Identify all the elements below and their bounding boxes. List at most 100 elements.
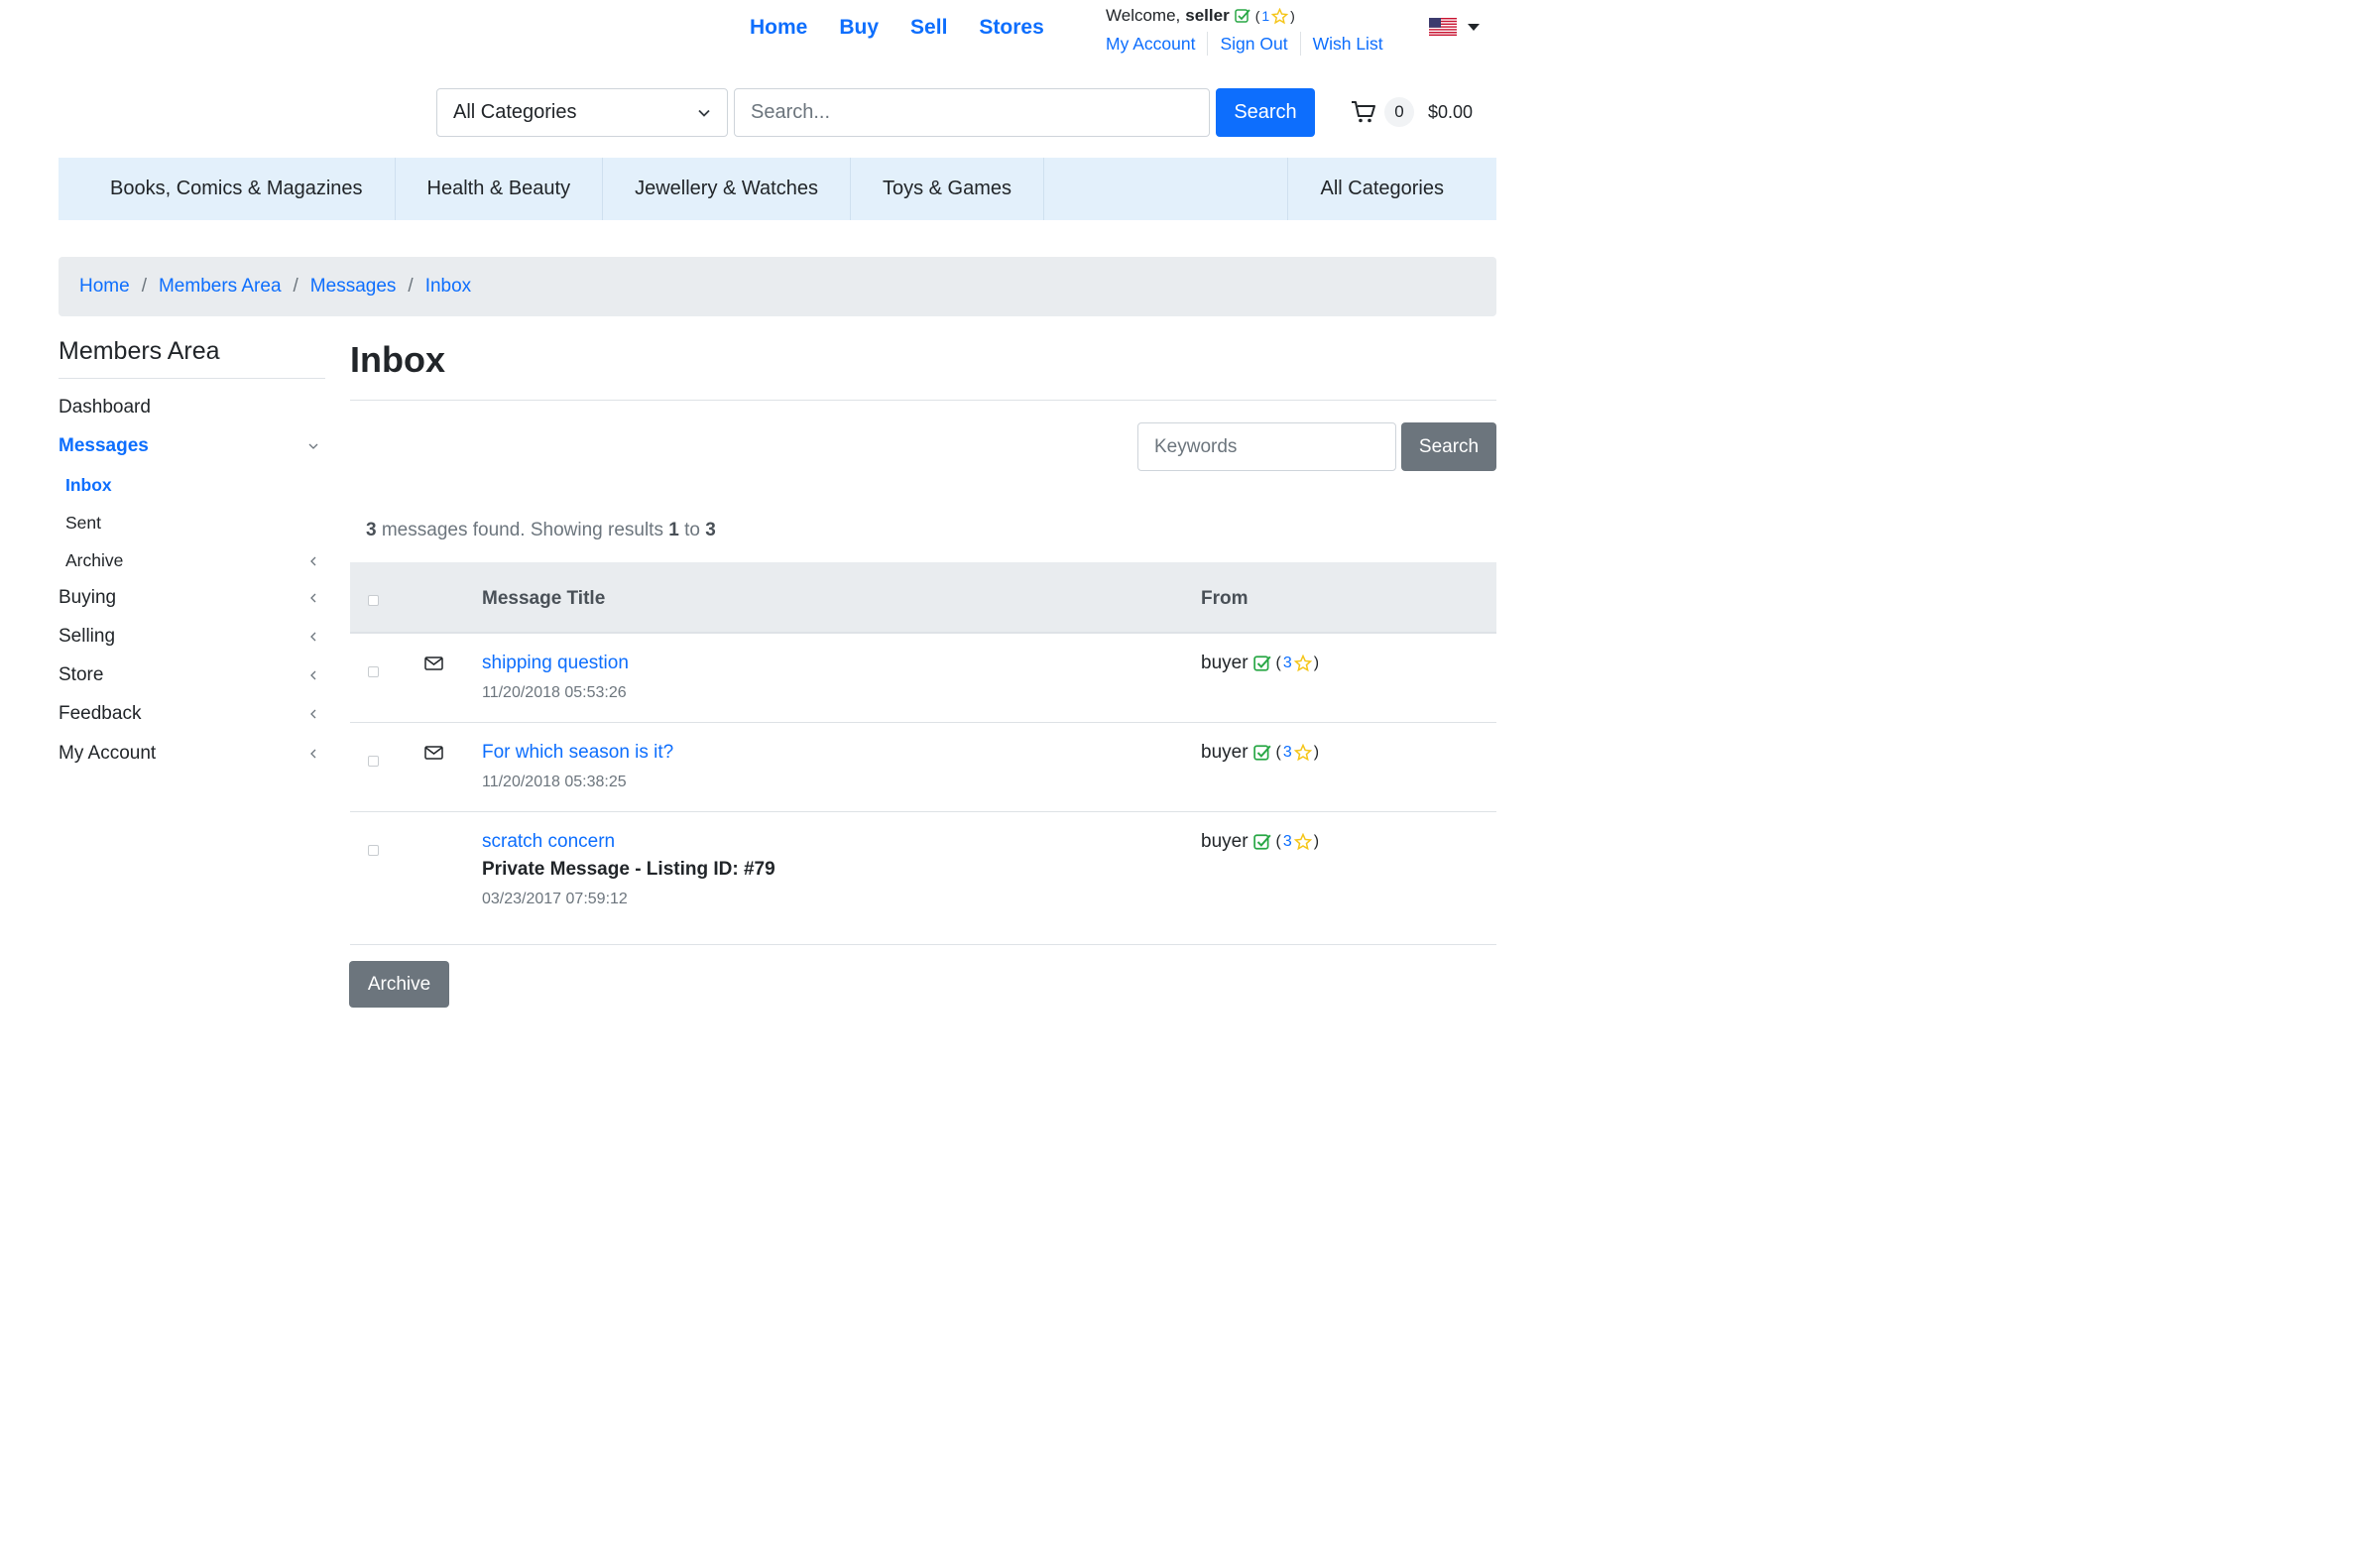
breadcrumb-separator: /: [141, 276, 147, 297]
us-flag-icon[interactable]: [1429, 18, 1457, 36]
cart[interactable]: 0 $0.00: [1351, 97, 1473, 127]
messages-table-header: Message Title From: [350, 562, 1496, 634]
category-bar: Books, Comics & Magazines Health & Beaut…: [59, 158, 1496, 220]
verified-check-icon: [1252, 834, 1271, 850]
row-checkbox[interactable]: [368, 756, 379, 767]
message-from: buyer (3 ): [1201, 742, 1319, 764]
results-summary: 3 messages found. Showing results 1 to 3: [366, 520, 716, 540]
category-bar-spacer: [1044, 158, 1289, 220]
star-icon: [1271, 7, 1289, 24]
sender-link[interactable]: buyer: [1201, 653, 1249, 674]
message-subtitle: Private Message - Listing ID: #79: [482, 859, 775, 880]
sender-rating: (3 ): [1275, 655, 1320, 672]
sender-rating-link[interactable]: 3: [1283, 833, 1292, 851]
username: seller: [1185, 6, 1230, 25]
message-title-link[interactable]: shipping question: [482, 653, 629, 674]
account-links: My Account Sign Out Wish List: [1106, 32, 1395, 56]
chevron-left-icon: [310, 709, 316, 719]
title-divider: [350, 400, 1496, 401]
sidebar-item-sent[interactable]: Sent: [65, 513, 318, 534]
shopping-cart-icon: [1352, 101, 1375, 123]
category-books[interactable]: Books, Comics & Magazines: [59, 158, 396, 220]
cart-total: $0.00: [1428, 101, 1474, 122]
sender-rating-link[interactable]: 3: [1283, 655, 1292, 672]
column-message-title: Message Title: [482, 588, 606, 609]
keywords-input[interactable]: [1137, 422, 1396, 471]
message-title-link[interactable]: scratch concern: [482, 831, 615, 853]
sidebar-item-archive[interactable]: Archive: [65, 550, 318, 571]
sender-rating: (3 ): [1275, 744, 1320, 762]
breadcrumb-inbox[interactable]: Inbox: [425, 276, 471, 298]
message-date: 03/23/2017 07:59:12: [482, 891, 628, 907]
welcome-text: Welcome,: [1106, 6, 1181, 25]
sidebar-item-store[interactable]: Store: [59, 664, 318, 686]
message-date: 11/20/2018 05:53:26: [482, 684, 627, 701]
chevron-left-icon: [310, 556, 316, 565]
category-select[interactable]: All Categories: [436, 88, 728, 137]
row-checkbox[interactable]: [368, 666, 379, 677]
wish-list-link[interactable]: Wish List: [1301, 32, 1395, 56]
breadcrumb-separator: /: [293, 276, 298, 297]
nav-home-link[interactable]: Home: [750, 14, 807, 42]
archive-button[interactable]: Archive: [349, 961, 449, 1008]
sidebar-item-inbox[interactable]: Inbox: [65, 475, 318, 496]
message-from: buyer (3 ): [1201, 653, 1319, 674]
verified-check-icon: [1252, 656, 1271, 671]
breadcrumb-messages[interactable]: Messages: [310, 276, 397, 298]
envelope-icon: [424, 746, 443, 760]
category-all[interactable]: All Categories: [1288, 158, 1496, 220]
nav-buy-link[interactable]: Buy: [839, 14, 879, 42]
breadcrumb-separator: /: [408, 276, 414, 297]
category-health-beauty[interactable]: Health & Beauty: [396, 158, 604, 220]
sender-link[interactable]: buyer: [1201, 742, 1249, 764]
nav-stores-link[interactable]: Stores: [979, 14, 1043, 42]
category-select-value: All Categories: [453, 101, 577, 123]
message-title-link[interactable]: For which season is it?: [482, 742, 673, 764]
breadcrumb-members-area[interactable]: Members Area: [159, 276, 282, 298]
verified-check-icon: [1252, 745, 1271, 761]
chevron-left-icon: [310, 670, 316, 680]
search-button[interactable]: Search: [1216, 88, 1315, 137]
breadcrumb-home[interactable]: Home: [79, 276, 130, 298]
sidebar-item-buying[interactable]: Buying: [59, 587, 318, 609]
user-rating: (1 ): [1254, 7, 1295, 24]
sidebar-item-my-account[interactable]: My Account: [59, 743, 318, 765]
page-title: Inbox: [350, 339, 445, 380]
sign-out-link[interactable]: Sign Out: [1208, 32, 1301, 56]
sender-link[interactable]: buyer: [1201, 831, 1249, 853]
category-toys-games[interactable]: Toys & Games: [851, 158, 1044, 220]
star-icon: [1293, 744, 1312, 762]
select-all-checkbox[interactable]: [368, 595, 379, 606]
language-caret-icon[interactable]: [1468, 24, 1480, 31]
chevron-left-icon: [310, 749, 316, 759]
keywords-search-button[interactable]: Search: [1401, 422, 1496, 471]
verified-check-icon: [1234, 9, 1250, 23]
nav-sell-link[interactable]: Sell: [910, 14, 947, 42]
table-row: For which season is it? 11/20/2018 05:38…: [350, 723, 1496, 812]
row-checkbox[interactable]: [368, 845, 379, 856]
user-rating-link[interactable]: 1: [1261, 8, 1269, 24]
chevron-left-icon: [310, 632, 316, 642]
chevron-down-icon: [308, 443, 318, 449]
search-input[interactable]: [734, 88, 1210, 137]
sidebar-item-dashboard[interactable]: Dashboard: [59, 397, 318, 418]
sender-rating: (3 ): [1275, 833, 1320, 851]
sidebar-item-feedback[interactable]: Feedback: [59, 703, 318, 725]
star-icon: [1293, 833, 1312, 851]
envelope-icon: [424, 657, 443, 670]
my-account-link[interactable]: My Account: [1106, 32, 1209, 56]
category-jewellery-watches[interactable]: Jewellery & Watches: [603, 158, 851, 220]
sidebar-title: Members Area: [59, 337, 325, 379]
sidebar-item-messages[interactable]: Messages: [59, 435, 318, 457]
star-icon: [1293, 655, 1312, 672]
sidebar-item-selling[interactable]: Selling: [59, 626, 318, 648]
message-from: buyer (3 ): [1201, 831, 1319, 853]
breadcrumb: Home / Members Area / Messages / Inbox: [59, 257, 1496, 316]
chevron-left-icon: [310, 593, 316, 603]
main-nav: Home Buy Sell Stores: [750, 14, 1044, 42]
table-row: shipping question 11/20/2018 05:53:26 bu…: [350, 634, 1496, 723]
table-row: scratch concern Private Message - Listin…: [350, 812, 1496, 945]
welcome-message: Welcome, seller (1 ): [1106, 6, 1295, 26]
column-from: From: [1201, 588, 1249, 609]
sender-rating-link[interactable]: 3: [1283, 744, 1292, 762]
